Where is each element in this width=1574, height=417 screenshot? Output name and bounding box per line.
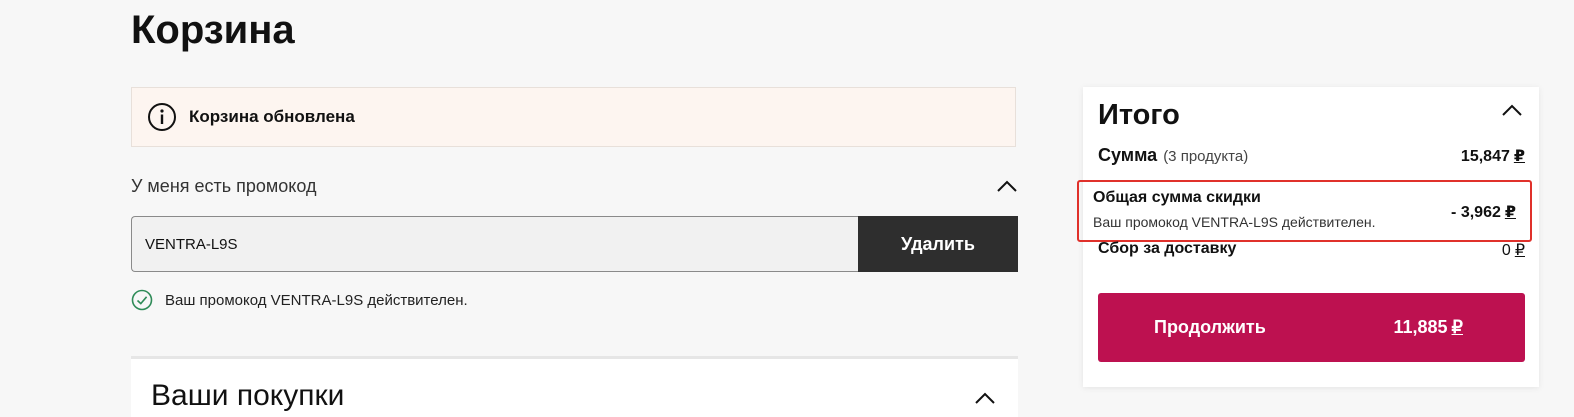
summary-title: Итого — [1098, 99, 1180, 131]
chevron-up-icon[interactable] — [1501, 103, 1523, 117]
continue-label: Продолжить — [1154, 317, 1266, 337]
delivery-fee-value: 0 — [1501, 242, 1511, 259]
product-count: (3 продукта) — [1163, 148, 1249, 165]
discount-note: Ваш промокод VENTRA-L9S действителен. — [1093, 214, 1376, 230]
subtotal-label: Сумма — [1098, 145, 1158, 165]
subtotal-amount: 15,847 ₽ — [1461, 146, 1525, 166]
discount-label: Общая сумма скидки — [1093, 189, 1261, 206]
cart-page: Корзина Корзина обновлена У меня есть пр… — [0, 0, 1574, 417]
currency-symbol: ₽ — [1451, 317, 1463, 337]
subtotal-label-group: Сумма (3 продукта) — [1098, 145, 1248, 166]
purchases-title: Ваши покупки — [151, 379, 345, 412]
subtotal-row: Сумма (3 продукта) 15,847 ₽ — [1098, 145, 1525, 166]
subtotal-value: 15,847 — [1460, 148, 1510, 165]
notice-text: Корзина обновлена — [189, 107, 355, 126]
info-icon — [147, 102, 177, 132]
promo-code-input[interactable] — [131, 216, 858, 272]
order-summary-panel: Итого Сумма (3 продукта) 15,847 ₽ Общая су… — [1077, 87, 1539, 387]
page-title: Корзина — [131, 8, 295, 52]
promo-code-row: Удалить — [131, 216, 1018, 272]
promo-code-toggle[interactable]: У меня есть промокод — [131, 170, 1018, 202]
chevron-up-icon[interactable] — [974, 391, 996, 405]
delivery-fee-label: Сбор за доставку — [1098, 240, 1237, 257]
discount-amount: - 3,962 ₽ — [1451, 202, 1516, 222]
total-value: 11,885 — [1393, 317, 1448, 337]
delivery-fee-amount: 0 ₽ — [1502, 240, 1525, 260]
currency-symbol: ₽ — [1514, 242, 1525, 259]
discount-row: Общая сумма скидки Ваш промокод VENTRA-L… — [1077, 180, 1532, 242]
continue-button[interactable]: Продолжить 11,885 ₽ — [1098, 293, 1525, 362]
currency-symbol: ₽ — [1513, 148, 1525, 165]
discount-value: - 3,962 — [1451, 204, 1501, 221]
promo-valid-message: Ваш промокод VENTRA-L9S действителен. — [131, 289, 468, 311]
delivery-fee-row: Сбор за доставку 0 ₽ — [1098, 240, 1525, 260]
continue-total: 11,885 ₽ — [1393, 317, 1463, 338]
currency-symbol: ₽ — [1504, 204, 1516, 221]
remove-promo-button[interactable]: Удалить — [858, 216, 1018, 272]
cart-updated-notice: Корзина обновлена — [131, 87, 1016, 147]
chevron-up-icon — [997, 180, 1017, 192]
promo-valid-text: Ваш промокод VENTRA-L9S действителен. — [165, 291, 468, 309]
check-circle-icon — [131, 289, 153, 311]
promo-toggle-label: У меня есть промокод — [131, 175, 317, 196]
purchases-section: Ваши покупки — [131, 356, 1018, 417]
